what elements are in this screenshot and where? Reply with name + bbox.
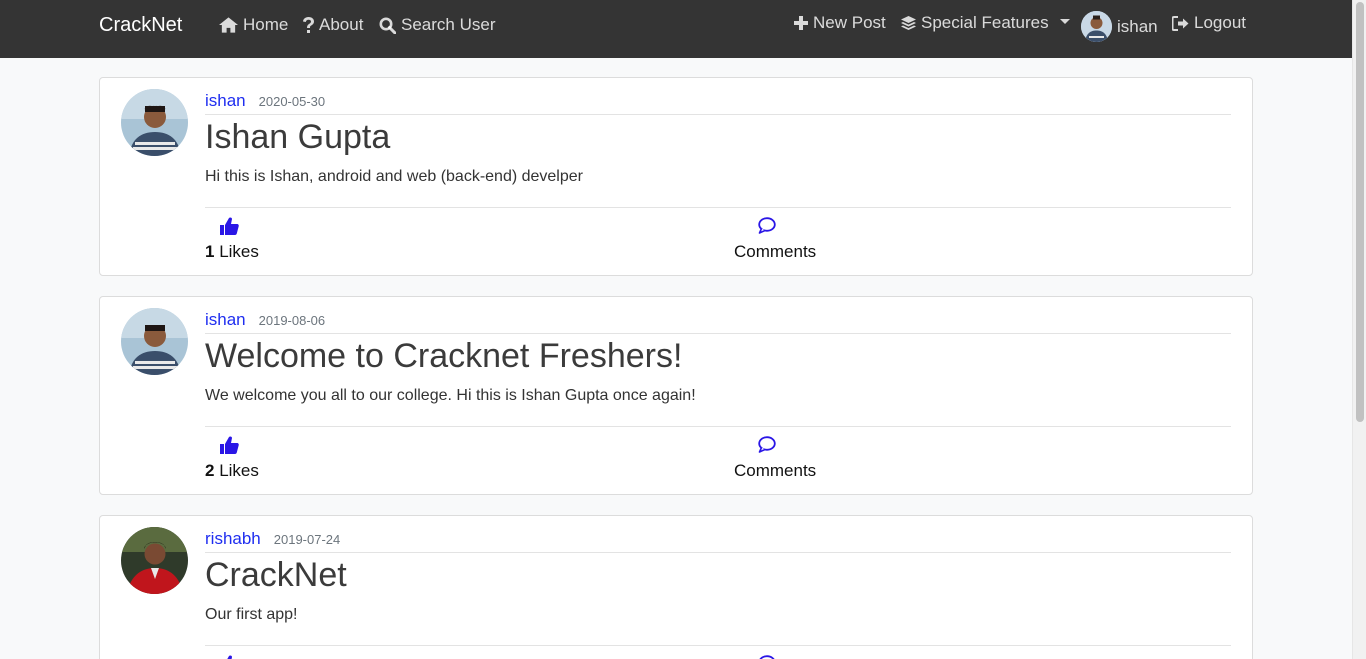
- author-avatar[interactable]: [121, 308, 188, 375]
- author-link[interactable]: ishan: [205, 91, 246, 111]
- post-card: ishan 2020-05-30 Ishan Gupta Hi this is …: [99, 77, 1253, 276]
- divider: [205, 426, 1231, 427]
- search-icon: [379, 17, 396, 34]
- nav-search-user[interactable]: Search User: [379, 15, 495, 35]
- likes-count: 2 Likes: [205, 461, 259, 481]
- nav-about[interactable]: About: [303, 15, 363, 35]
- scrollbar-thumb[interactable]: [1356, 2, 1364, 422]
- post-body: Hi this is Ishan, android and web (back-…: [205, 168, 583, 185]
- post-meta: rishabh 2019-07-24: [205, 529, 1231, 553]
- thumbs-up-icon[interactable]: [220, 436, 239, 454]
- author-link[interactable]: ishan: [205, 310, 246, 330]
- post-body: Our first app!: [205, 606, 298, 623]
- nav-about-label: About: [319, 15, 364, 34]
- post-meta: ishan 2020-05-30: [205, 91, 1231, 115]
- nav-home-label: Home: [243, 15, 289, 34]
- brand-link[interactable]: CrackNet: [99, 14, 182, 37]
- question-icon: [303, 16, 314, 33]
- comments-label[interactable]: Comments: [734, 242, 816, 262]
- comment-icon[interactable]: [758, 436, 776, 453]
- top-navbar: CrackNet Home About Search User New Post…: [0, 0, 1352, 58]
- divider: [205, 645, 1231, 646]
- post-date: 2020-05-30: [258, 94, 326, 109]
- nav-home[interactable]: Home: [219, 15, 288, 35]
- nav-search-user-label: Search User: [401, 15, 496, 34]
- nav-logout[interactable]: Logout: [1172, 13, 1246, 33]
- home-icon: [219, 17, 238, 33]
- thumbs-up-icon[interactable]: [220, 655, 239, 659]
- post-card: rishabh 2019-07-24 CrackNet Our first ap…: [99, 515, 1253, 659]
- nav-username: ishan: [1117, 16, 1158, 36]
- post-body: We welcome you all to our college. Hi th…: [205, 387, 696, 404]
- plus-icon: [794, 16, 808, 30]
- post-title: CrackNet: [205, 556, 347, 594]
- author-avatar[interactable]: [121, 89, 188, 156]
- layers-icon: [901, 15, 916, 30]
- nav-new-post-label: New Post: [813, 13, 886, 32]
- logout-icon: [1172, 15, 1189, 31]
- post-date: 2019-08-06: [258, 313, 326, 328]
- chevron-down-icon: [1059, 18, 1070, 24]
- comment-icon[interactable]: [758, 655, 776, 659]
- likes-number: 2: [205, 461, 215, 480]
- comments-label[interactable]: Comments: [734, 461, 816, 481]
- likes-label: Likes: [219, 242, 259, 261]
- likes-label: Likes: [219, 461, 259, 480]
- author-link[interactable]: rishabh: [205, 529, 261, 549]
- post-title: Welcome to Cracknet Freshers!: [205, 337, 683, 375]
- post-meta: ishan 2019-08-06: [205, 310, 1231, 334]
- thumbs-up-icon[interactable]: [220, 217, 239, 235]
- nav-special-features-dropdown[interactable]: Special Features: [901, 13, 1070, 33]
- likes-count: 1 Likes: [205, 242, 259, 262]
- user-avatar: [1081, 11, 1112, 42]
- post-date: 2019-07-24: [273, 532, 341, 547]
- divider: [205, 207, 1231, 208]
- nav-special-features-label: Special Features: [921, 13, 1049, 32]
- author-avatar[interactable]: [121, 527, 188, 594]
- likes-number: 1: [205, 242, 215, 261]
- post-card: ishan 2019-08-06 Welcome to Cracknet Fre…: [99, 296, 1253, 495]
- comment-icon[interactable]: [758, 217, 776, 234]
- nav-new-post[interactable]: New Post: [794, 13, 886, 33]
- nav-logout-label: Logout: [1194, 13, 1246, 32]
- nav-user-profile[interactable]: ishan: [1081, 11, 1158, 42]
- page-scrollbar[interactable]: [1352, 0, 1366, 659]
- post-title: Ishan Gupta: [205, 118, 391, 156]
